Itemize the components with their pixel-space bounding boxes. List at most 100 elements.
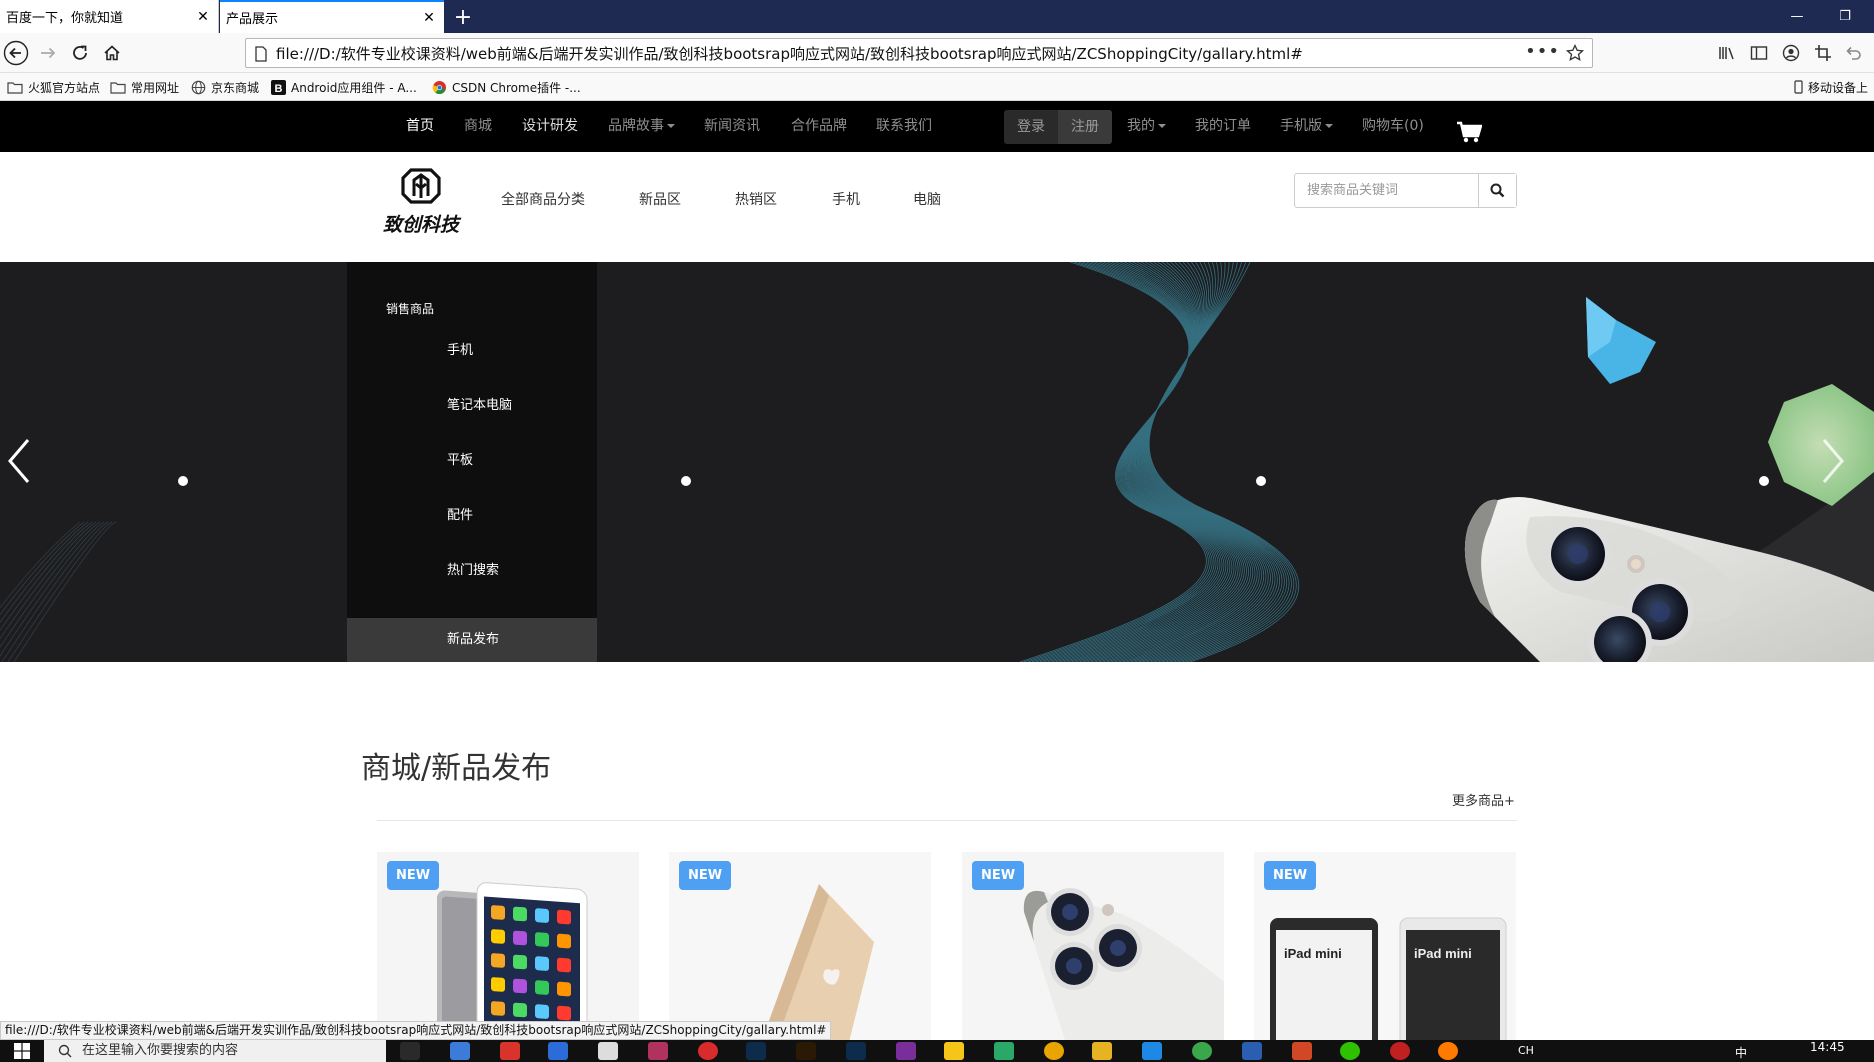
more-products-link[interactable]: 更多商品+	[1452, 790, 1515, 809]
bookmark-common-sites[interactable]: 常用网址	[110, 78, 179, 96]
url-bar[interactable]: file:///D:/软件专业校课资料/web前端&后端开发实训作品/致创科技b…	[245, 38, 1593, 68]
cart-icon[interactable]	[1456, 121, 1482, 143]
clock[interactable]: 14:45	[1810, 1040, 1845, 1054]
carousel-dot[interactable]	[178, 476, 188, 486]
carousel-dot[interactable]	[1256, 476, 1266, 486]
bookmark-firefox[interactable]: 火狐官方站点	[7, 78, 100, 96]
photoshop-icon[interactable]	[846, 1042, 866, 1060]
phpstorm-icon[interactable]	[896, 1042, 916, 1060]
app-icon[interactable]	[450, 1042, 470, 1060]
task-view-icon[interactable]	[400, 1042, 420, 1060]
library-icon[interactable]	[1716, 42, 1738, 64]
carousel-dot[interactable]	[681, 476, 691, 486]
url-text[interactable]: file:///D:/软件专业校课资料/web前端&后端开发实训作品/致创科技b…	[276, 43, 1303, 64]
bookmark-star-icon[interactable]	[1566, 44, 1584, 62]
app-icon[interactable]	[944, 1042, 964, 1060]
new-tab-button[interactable]: +	[450, 4, 476, 30]
record-icon[interactable]	[698, 1042, 718, 1060]
app-icon[interactable]	[548, 1042, 568, 1060]
account-icon[interactable]	[1780, 42, 1802, 64]
logo[interactable]: 致创科技	[378, 166, 464, 240]
photoshop-icon[interactable]	[746, 1042, 766, 1060]
vscode-icon[interactable]	[1142, 1042, 1162, 1060]
side-item-tablets[interactable]: 平板	[347, 439, 597, 483]
cat-phones[interactable]: 手机	[832, 189, 860, 209]
chrome-icon[interactable]	[1044, 1042, 1064, 1060]
search-button[interactable]	[1478, 174, 1516, 207]
back-button[interactable]	[2, 39, 30, 67]
nav-partners[interactable]: 合作品牌	[791, 101, 847, 152]
app-icon[interactable]	[1390, 1042, 1410, 1060]
bookmark-jd[interactable]: 京东商城	[191, 78, 259, 96]
search-icon	[1490, 183, 1505, 198]
app-tile	[535, 956, 549, 971]
cat-hot-sales[interactable]: 热销区	[735, 189, 777, 209]
carousel-dot[interactable]	[1759, 476, 1769, 486]
forward-button[interactable]	[34, 39, 62, 67]
language-indicator[interactable]: CH	[1518, 1044, 1534, 1057]
close-icon[interactable]: ✕	[420, 9, 438, 27]
restore-button[interactable]: ❐	[1822, 0, 1868, 33]
login-button[interactable]: 登录	[1004, 110, 1058, 144]
side-item-phones[interactable]: 手机	[347, 329, 597, 373]
wechat-icon[interactable]	[1340, 1042, 1360, 1060]
cat-all-products[interactable]: 全部商品分类	[501, 189, 585, 209]
powerpoint-icon[interactable]	[1292, 1042, 1312, 1060]
chevron-right-icon	[1822, 439, 1844, 483]
acrobat-icon[interactable]	[500, 1042, 520, 1060]
side-item-hot-search[interactable]: 热门搜索	[347, 549, 597, 593]
register-button[interactable]: 注册	[1058, 110, 1112, 144]
intellij-icon[interactable]	[648, 1042, 668, 1060]
bookmarks-bar: 火狐官方站点 常用网址 京东商城 B Android应用组件 - A... CS…	[0, 73, 1874, 101]
reload-button[interactable]	[66, 39, 94, 67]
ime-indicator[interactable]: 中	[1735, 1044, 1747, 1061]
tab-product-display[interactable]: 产品展示 ✕	[220, 0, 444, 33]
app-tile	[557, 933, 571, 949]
carousel-next-button[interactable]	[1818, 436, 1848, 486]
nav-contact[interactable]: 联系我们	[876, 101, 932, 152]
screenshot-icon[interactable]	[1812, 42, 1834, 64]
nav-news[interactable]: 新闻资讯	[704, 101, 760, 152]
nav-mine[interactable]: 我的	[1127, 101, 1166, 152]
tab-baidu[interactable]: 百度一下，你就知道 ✕	[0, 0, 219, 33]
nav-cart[interactable]: 购物车(0)	[1362, 101, 1424, 152]
taskbar-search[interactable]: 在这里输入你要搜索的内容	[44, 1040, 386, 1062]
app-tile	[513, 978, 527, 994]
illustrator-icon[interactable]	[796, 1042, 816, 1060]
browser-nav-bar: file:///D:/软件专业校课资料/web前端&后端开发实训作品/致创科技b…	[0, 33, 1874, 73]
nav-brand-story[interactable]: 品牌故事	[608, 101, 675, 152]
start-button[interactable]	[0, 1040, 44, 1062]
product-card-ipad-mini[interactable]: iPad mini iPad mini NEW	[1254, 852, 1516, 1062]
side-menu-title: 销售商品	[386, 302, 435, 316]
side-item-accessories[interactable]: 配件	[347, 494, 597, 538]
nav-mall[interactable]: 商城	[464, 101, 492, 152]
close-icon[interactable]: ✕	[194, 8, 212, 26]
cat-new-arrivals[interactable]: 新品区	[639, 189, 681, 209]
side-item-new-release[interactable]: 新品发布	[347, 618, 597, 662]
word-icon[interactable]	[1242, 1042, 1262, 1060]
new-badge: NEW	[387, 861, 439, 890]
undo-icon[interactable]	[1842, 42, 1864, 64]
nav-design[interactable]: 设计研发	[522, 101, 578, 152]
app-icon[interactable]	[598, 1042, 618, 1060]
nav-mobile[interactable]: 手机版	[1280, 101, 1333, 152]
carousel-prev-button[interactable]	[4, 436, 34, 486]
nav-mine-label: 我的	[1127, 118, 1155, 134]
bookmark-csdn[interactable]: CSDN Chrome插件 -...	[432, 78, 581, 96]
bookmark-mobile[interactable]: 移动设备上	[1794, 78, 1868, 96]
nav-home[interactable]: 首页	[406, 101, 434, 152]
app-icon[interactable]	[1192, 1042, 1212, 1060]
nav-orders[interactable]: 我的订单	[1195, 101, 1251, 152]
search-input[interactable]	[1295, 174, 1479, 207]
bookmark-android[interactable]: B Android应用组件 - A...	[271, 78, 417, 96]
sidebar-icon[interactable]	[1748, 42, 1770, 64]
side-item-laptops[interactable]: 笔记本电脑	[347, 384, 597, 428]
file-explorer-icon[interactable]	[1092, 1042, 1112, 1060]
cat-computers[interactable]: 电脑	[913, 189, 941, 209]
firefox-icon[interactable]	[1438, 1042, 1458, 1060]
home-button[interactable]	[98, 39, 126, 67]
page-actions-icon[interactable]: •••	[1525, 41, 1560, 62]
minimize-button[interactable]: —	[1774, 0, 1820, 33]
product-card-iphone[interactable]: NEW	[962, 852, 1224, 1062]
pycharm-icon[interactable]	[994, 1042, 1014, 1060]
